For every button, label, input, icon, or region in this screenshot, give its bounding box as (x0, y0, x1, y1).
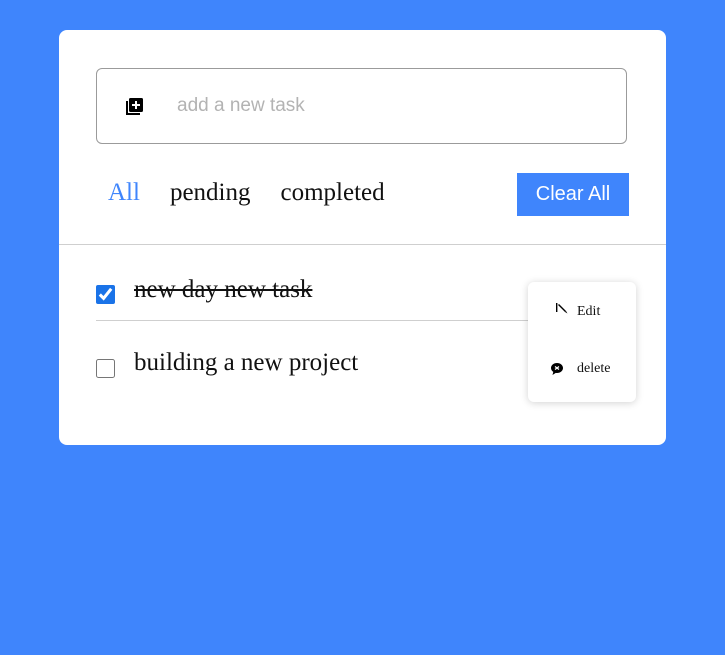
clear-all-button[interactable]: Clear All (517, 173, 629, 216)
task-input[interactable] (177, 87, 597, 125)
task-label[interactable]: new day new task (134, 275, 312, 305)
add-task-icon (124, 97, 144, 117)
delete-icon (550, 362, 564, 376)
edit-label: Edit (577, 304, 601, 319)
task-checkbox[interactable] (96, 359, 115, 378)
divider (59, 244, 666, 245)
filter-completed[interactable]: completed (281, 178, 385, 208)
pencil-icon (555, 302, 569, 316)
task-context-menu: Edit delete (528, 282, 636, 402)
delete-label: delete (577, 361, 611, 376)
filter-pending[interactable]: pending (170, 178, 251, 208)
todo-card: All pending completed Clear All new day … (59, 30, 666, 445)
filter-tabs: All pending completed (108, 178, 415, 208)
task-label[interactable]: building a new project (134, 348, 358, 378)
task-input-box[interactable] (96, 68, 627, 144)
delete-menu-item[interactable]: delete (550, 361, 610, 377)
task-checkbox[interactable] (96, 285, 115, 304)
edit-menu-item[interactable]: Edit (555, 302, 601, 320)
filter-all[interactable]: All (108, 178, 140, 208)
